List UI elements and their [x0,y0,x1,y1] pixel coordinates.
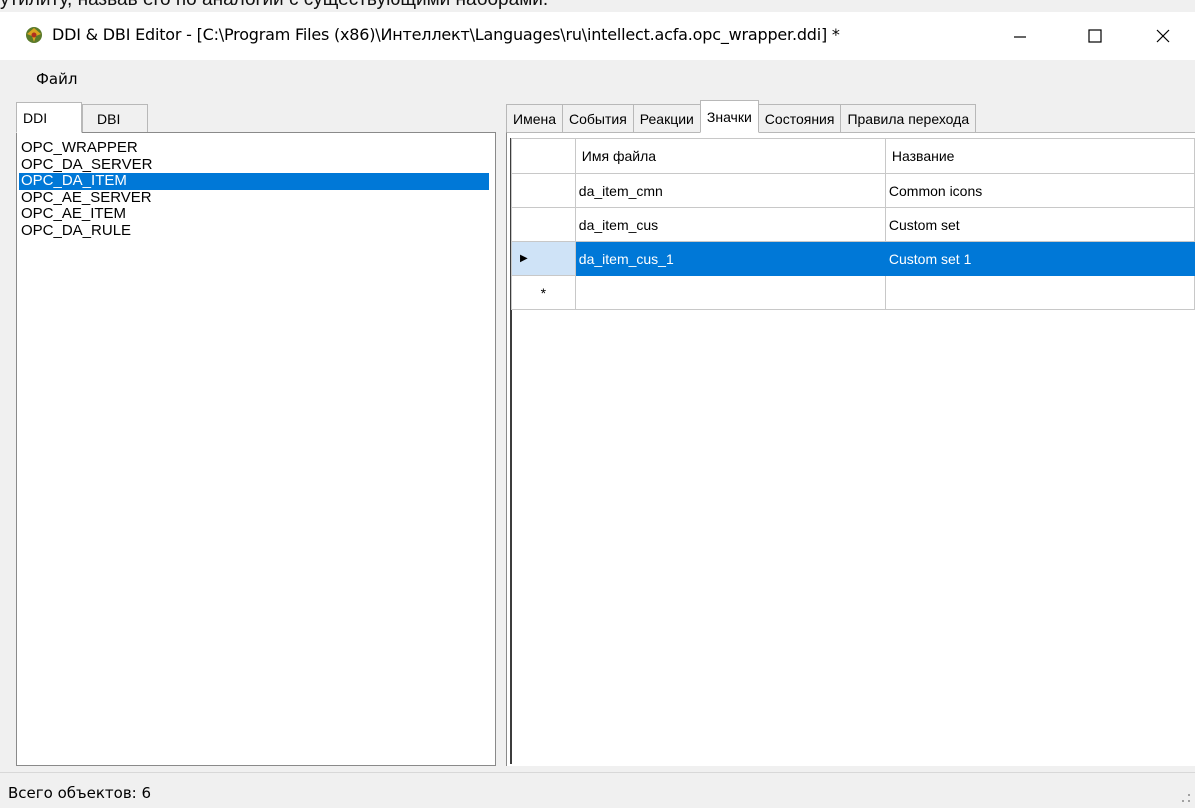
cell-filename[interactable]: da_item_cmn [574,173,886,208]
tab-icons[interactable]: Значки [699,100,759,133]
table-row-selected[interactable]: ▶ da_item_cus_1 Custom set 1 [511,241,1195,276]
grid-corner-cell[interactable] [511,138,576,174]
row-header[interactable] [511,207,576,242]
list-item[interactable]: OPC_DA_SERVER [19,156,489,174]
document-text-fragment: утилиту, назвав его по аналогии с сущест… [0,0,548,11]
column-header-filename[interactable]: Имя файла [574,138,886,174]
object-list[interactable]: OPC_WRAPPER OPC_DA_SERVER OPC_DA_ITEM OP… [19,139,489,240]
column-header-name[interactable]: Название [884,138,1195,174]
list-item[interactable]: OPC_AE_SERVER [19,189,489,207]
tab-reactions[interactable]: Реакции [632,104,701,133]
table-row-new[interactable]: * [511,275,1195,310]
new-row-asterisk-icon: * [540,284,547,301]
maximize-icon [1088,29,1102,43]
app-icon [26,27,42,43]
grid-header-row: Имя файла Название [511,138,1195,174]
resize-grip-icon[interactable] [1178,790,1192,804]
cell-filename[interactable]: da_item_cus_1 [574,241,886,276]
tab-ddi[interactable]: DDI [16,102,82,133]
window-title: DDI & DBI Editor - [C:\Program Files (x8… [52,25,840,44]
tab-dbi[interactable]: DBI [82,104,148,133]
cell-name[interactable]: Common icons [884,173,1195,208]
maximize-button[interactable] [1062,14,1128,58]
cell-filename-new[interactable] [574,275,886,310]
table-row[interactable]: da_item_cmn Common icons [511,173,1195,208]
icons-grid[interactable]: Имя файла Название da_item_cmn Common ic… [511,138,1195,310]
tab-transition-rules[interactable]: Правила перехода [840,104,977,133]
row-header-new[interactable]: * [511,275,576,310]
list-item[interactable]: OPC_WRAPPER [19,139,489,157]
tab-states[interactable]: Состояния [757,104,842,133]
menu-item-file[interactable]: Файл [36,70,77,88]
status-object-count: Всего объектов: 6 [8,784,152,802]
current-row-arrow-icon: ▶ [520,253,528,264]
list-item-selected[interactable]: OPC_DA_ITEM [19,173,489,190]
menu-bar [0,60,1195,96]
tab-events[interactable]: События [562,104,634,133]
minimize-icon [1014,36,1026,38]
row-header-current[interactable]: ▶ [511,241,576,276]
cell-name[interactable]: Custom set [884,207,1195,242]
minimize-button[interactable] [987,14,1053,58]
right-tab-strip: Имена События Реакции Значки Состояния П… [506,100,977,133]
cell-name-new[interactable] [884,275,1195,310]
tab-names[interactable]: Имена [506,104,563,133]
list-item[interactable]: OPC_AE_ITEM [19,206,489,223]
close-icon [1156,29,1170,43]
list-item[interactable]: OPC_DA_RULE [19,222,489,240]
close-button[interactable] [1130,14,1195,58]
status-bar [0,772,1195,808]
table-row[interactable]: da_item_cus Custom set [511,207,1195,242]
cell-filename[interactable]: da_item_cus [574,207,886,242]
row-header[interactable] [511,173,576,208]
cell-name[interactable]: Custom set 1 [884,241,1195,276]
